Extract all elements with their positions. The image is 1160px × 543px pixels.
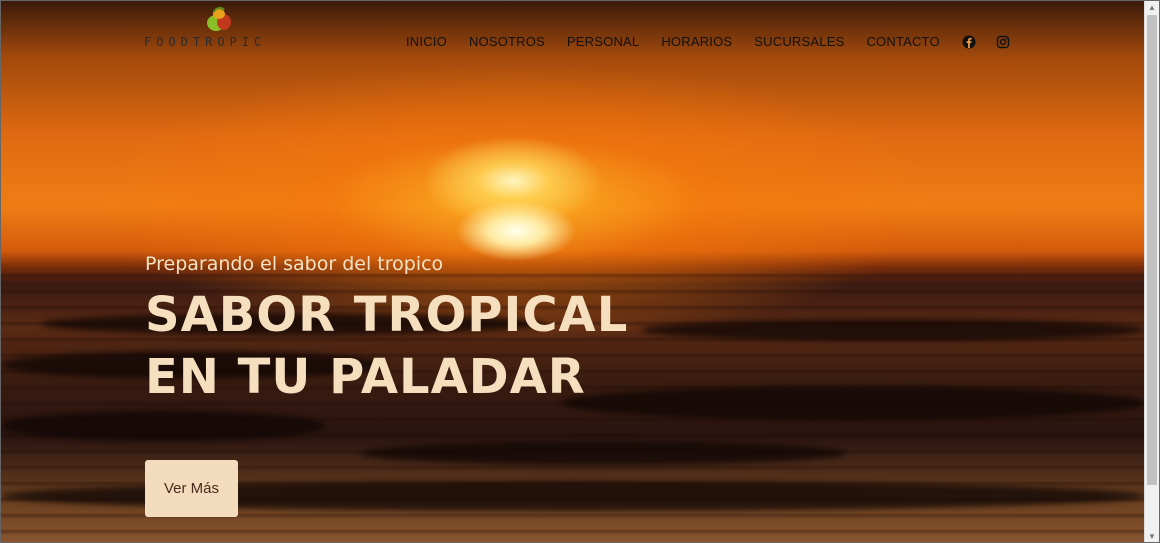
hero-headline-line-1: SABOR TROPICAL [145,287,629,343]
scroll-up-arrow-icon[interactable]: ▲ [1145,1,1159,15]
brand-name: FOODTROPIC [144,35,267,49]
vertical-scrollbar[interactable]: ▲ ▼ [1144,1,1159,542]
facebook-icon[interactable] [962,35,976,49]
brand-logo[interactable]: FOODTROPIC [144,6,294,51]
nav-item-horarios[interactable]: HORARIOS [661,34,732,49]
logo-fruit-icon [207,6,231,31]
wave-shadow [561,386,1146,420]
ver-mas-button[interactable]: Ver Más [145,460,238,517]
nav-item-sucursales[interactable]: SUCURSALES [754,34,844,49]
wave-shadow [1,411,326,441]
scroll-down-arrow-icon[interactable]: ▼ [1145,530,1159,542]
nav-item-contacto[interactable]: CONTACTO [866,34,939,49]
browser-viewport: FOODTROPIC INICIO NOSOTROS PERSONAL HORA… [0,0,1160,543]
hero-headline-line-2: EN TU PALADAR [145,349,586,405]
nav-item-inicio[interactable]: INICIO [406,34,447,49]
nav-item-nosotros[interactable]: NOSOTROS [469,34,545,49]
wave-shadow [641,319,1146,341]
wave-shadow [361,441,846,465]
main-nav: INICIO NOSOTROS PERSONAL HORARIOS SUCURS… [406,34,1030,49]
hero-tagline: Preparando el sabor del tropico [145,253,444,275]
nav-item-personal[interactable]: PERSONAL [567,34,639,49]
scroll-thumb[interactable] [1147,15,1157,485]
hero-headline: SABOR TROPICAL EN TU PALADAR [145,284,628,408]
instagram-icon[interactable] [996,35,1010,49]
